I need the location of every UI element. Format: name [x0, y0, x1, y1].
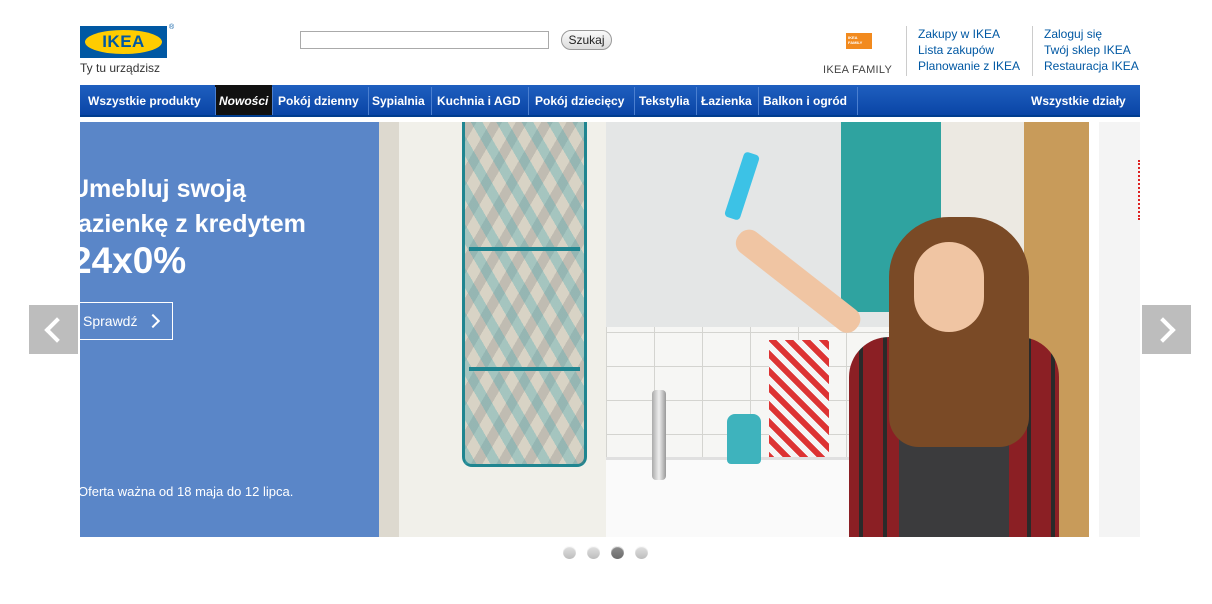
- link-shopping-list[interactable]: Lista zakupów: [918, 42, 1020, 58]
- tagline: Ty tu urządzisz: [80, 61, 161, 75]
- link-planning[interactable]: Planowanie z IKEA: [918, 58, 1020, 74]
- next-slide-peek: [1099, 122, 1140, 537]
- chevron-right-icon: [145, 313, 161, 329]
- nav-new[interactable]: Nowości: [219, 85, 268, 117]
- nav-separator: [215, 87, 216, 115]
- promo-headline-line3: 24x0%: [80, 240, 187, 281]
- nav-separator: [857, 87, 858, 115]
- nav-balcony-garden[interactable]: Balkon i ogród: [763, 85, 847, 117]
- check-button-label: Sprawdź: [83, 313, 138, 329]
- carousel-dot[interactable]: [635, 546, 648, 559]
- carousel-dot[interactable]: [587, 546, 600, 559]
- link-restaurant[interactable]: Restauracja IKEA: [1044, 58, 1139, 74]
- nav-kids-room[interactable]: Pokój dziecięcy: [535, 85, 624, 117]
- promo-headline-line2: łazienkę z kredytem: [80, 210, 306, 238]
- photo-girl-face: [914, 242, 984, 332]
- promo-footnote: Oferta ważna od 18 maja do 12 lipca.: [80, 484, 294, 499]
- header-links-col2: Zaloguj się Twój sklep IKEA Restauracja …: [1044, 26, 1139, 74]
- next-slide-peek-accent: [1138, 160, 1142, 220]
- family-logo-text: IKEA FAMILY: [848, 35, 863, 45]
- nav-separator: [368, 87, 369, 115]
- logo-text: IKEA: [102, 32, 145, 51]
- ikea-logo[interactable]: IKEA: [80, 26, 167, 58]
- nav-separator: [528, 87, 529, 115]
- nav-separator: [634, 87, 635, 115]
- nav-separator: [272, 87, 273, 115]
- link-your-store[interactable]: Twój sklep IKEA: [1044, 42, 1139, 58]
- search-input[interactable]: [300, 31, 549, 49]
- chevron-right-icon: [1150, 317, 1176, 343]
- link-login[interactable]: Zaloguj się: [1044, 26, 1139, 42]
- carousel-dot[interactable]: [611, 546, 624, 559]
- link-shopping[interactable]: Zakupy w IKEA: [918, 26, 1020, 42]
- photo-hanging-organizer: [462, 122, 587, 467]
- nav-kitchen[interactable]: Kuchnia i AGD: [437, 85, 521, 117]
- photo-organizer-pattern: [465, 122, 584, 464]
- hero-banner[interactable]: Umebluj swoją łazienkę z kredytem 24x0% …: [80, 122, 1089, 537]
- ikea-family-logo[interactable]: IKEA FAMILY: [846, 33, 872, 49]
- check-button[interactable]: Sprawdź: [80, 302, 173, 340]
- nav-all-departments[interactable]: Wszystkie działy: [1031, 85, 1126, 117]
- header-divider: [906, 26, 907, 76]
- photo-faucet: [652, 390, 666, 480]
- chevron-left-icon: [44, 317, 70, 343]
- photo-door: [379, 122, 399, 537]
- ikea-family-link[interactable]: IKEA FAMILY: [823, 64, 892, 76]
- nav-living-room[interactable]: Pokój dzienny: [278, 85, 359, 117]
- nav-separator: [758, 87, 759, 115]
- nav-separator: [696, 87, 697, 115]
- promo-headline-line1: Umebluj swoją: [80, 175, 247, 203]
- nav-bedroom[interactable]: Sypialnia: [372, 85, 425, 117]
- promo-panel: Umebluj swoją łazienkę z kredytem 24x0% …: [80, 122, 379, 537]
- carousel-dot[interactable]: [563, 546, 576, 559]
- search-button[interactable]: Szukaj: [561, 30, 612, 50]
- nav-textiles[interactable]: Tekstylia: [639, 85, 689, 117]
- nav-all-products[interactable]: Wszystkie produkty: [88, 85, 201, 117]
- carousel-next-button[interactable]: [1142, 305, 1191, 354]
- photo-soap-dispenser: [727, 414, 761, 464]
- nav-bathroom[interactable]: Łazienka: [701, 85, 752, 117]
- hero-photo: [379, 122, 1089, 537]
- nav-separator: [431, 87, 432, 115]
- photo-organizer-pocket: [469, 247, 580, 251]
- carousel-prev-button[interactable]: [29, 305, 78, 354]
- header-links-col1: Zakupy w IKEA Lista zakupów Planowanie z…: [918, 26, 1020, 74]
- registered-mark: ®: [169, 24, 175, 31]
- main-nav: Wszystkie produkty Nowości Pokój dzienny…: [80, 85, 1140, 117]
- header-divider: [1032, 26, 1033, 76]
- photo-striped-towel: [769, 340, 829, 460]
- photo-organizer-pocket: [469, 367, 580, 371]
